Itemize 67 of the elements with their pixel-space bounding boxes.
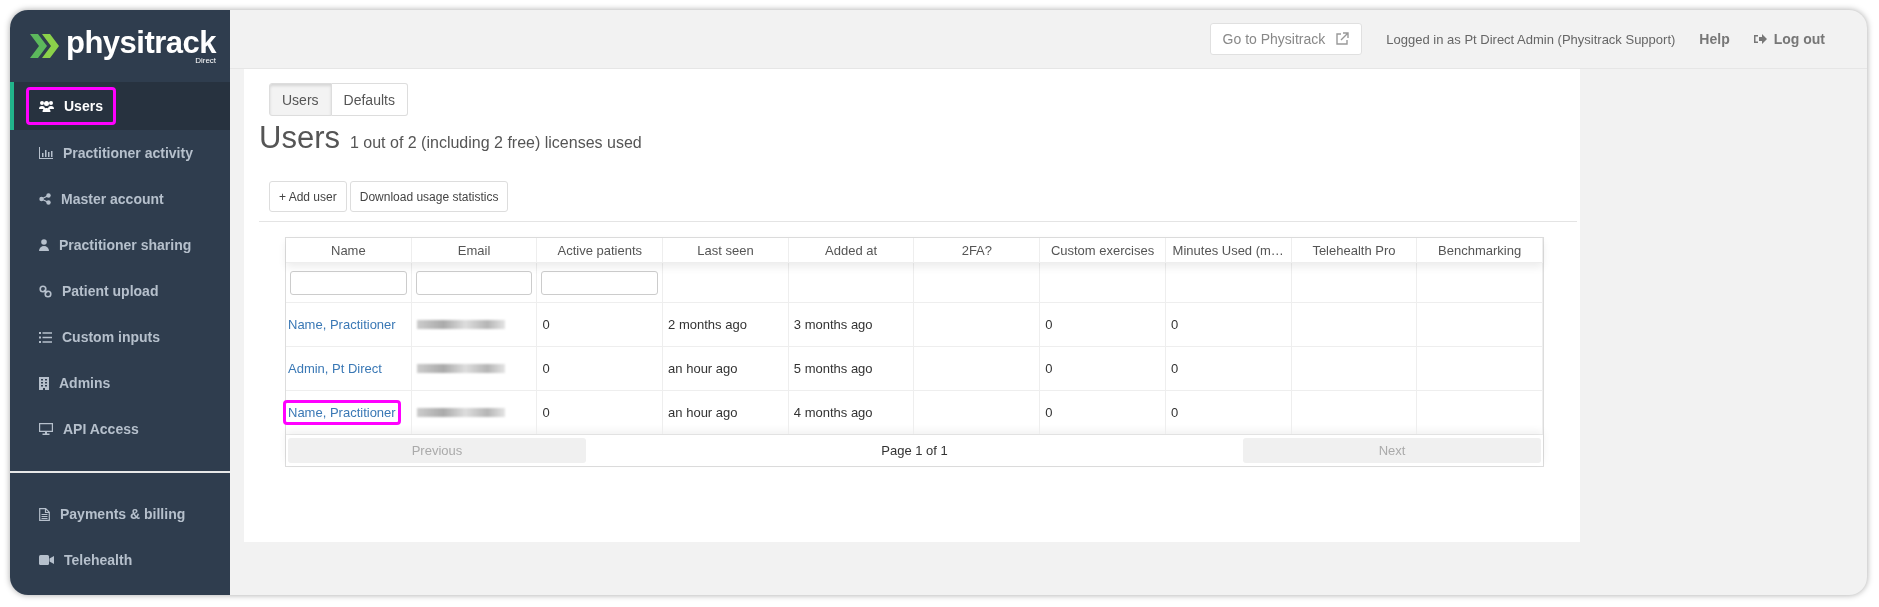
column-header[interactable]: Last seen: [663, 238, 789, 262]
users-icon: [39, 100, 54, 112]
sidebar-item[interactable]: Custom inputs: [10, 314, 230, 360]
sidebar-item[interactable]: Telehealth: [10, 537, 230, 583]
share-icon: [39, 193, 51, 205]
table-cell: 0: [1045, 405, 1053, 420]
logo-subtitle: Direct: [195, 57, 217, 65]
table-cell: 5 months ago: [793, 361, 873, 376]
logout-link[interactable]: Log out: [1753, 31, 1825, 47]
table-cell: 0: [542, 317, 550, 332]
column-header[interactable]: Benchmarking: [1417, 238, 1543, 262]
table-cell: 3 months ago: [793, 317, 873, 332]
page-title: Users: [259, 120, 340, 156]
help-link[interactable]: Help: [1699, 31, 1730, 47]
license-summary: 1 out of 2 (including 2 free) licenses used: [349, 134, 642, 152]
sidebar-item[interactable]: Payments & billing: [10, 491, 230, 537]
sidebar-item[interactable]: Practitioner sharing: [10, 222, 230, 268]
column-header[interactable]: Name: [286, 238, 412, 262]
user-name-link[interactable]: Name, Practitioner: [283, 400, 401, 425]
table-cell: an hour ago: [668, 405, 738, 420]
column-header[interactable]: Minutes Used (m…: [1165, 238, 1292, 262]
sidebar-item[interactable]: Patient upload: [10, 268, 230, 314]
go-to-physitrack-button[interactable]: Go to Physitrack: [1209, 23, 1363, 55]
column-header[interactable]: Email: [411, 238, 538, 262]
table-cell: 0: [1045, 361, 1053, 376]
list-icon: [39, 331, 52, 343]
sidebar-item[interactable]: Users: [10, 82, 230, 130]
table-cell: an hour ago: [668, 361, 738, 376]
page-info: Page 1 of 1: [880, 443, 949, 458]
building-icon: [39, 376, 49, 390]
table-cell: 0: [1170, 361, 1179, 376]
sign-out-icon: [1753, 33, 1767, 45]
table-cell: 0: [1170, 317, 1179, 332]
external-link-icon: [1335, 32, 1350, 46]
table-cell: 0: [542, 405, 550, 420]
table-cell: 0: [1170, 405, 1179, 420]
person-icon: [39, 239, 49, 251]
tab[interactable]: Users: [269, 83, 332, 116]
action-button[interactable]: Download usage statistics: [349, 181, 509, 212]
filter-field[interactable]: [541, 270, 659, 295]
column-header[interactable]: 2FA?: [914, 238, 1041, 262]
document-icon: [39, 507, 50, 521]
action-button[interactable]: + Add user: [269, 181, 347, 212]
table-cell: 2 months ago: [668, 317, 747, 332]
monitor-icon: [39, 423, 53, 435]
video-camera-icon: [39, 555, 54, 565]
sidebar-item[interactable]: Practitioner activity: [10, 130, 230, 176]
table-cell: 4 months ago: [793, 405, 873, 420]
user-name-link[interactable]: Admin, Pt Direct: [283, 356, 387, 381]
filter-field[interactable]: [290, 270, 407, 295]
filter-field[interactable]: [415, 270, 533, 295]
table-cell: 0: [1045, 317, 1053, 332]
logged-in-text: Logged in as Pt Direct Admin (Physitrack Support): [1386, 31, 1676, 47]
column-header[interactable]: Telehealth Pro: [1291, 238, 1418, 262]
user-name-link[interactable]: Name, Practitioner: [283, 312, 401, 337]
tab[interactable]: Defaults: [331, 83, 408, 116]
column-header[interactable]: Custom exercises: [1040, 238, 1166, 262]
link-icon: [39, 284, 52, 298]
logo-wordmark: physitrack: [66, 27, 217, 58]
chevron-logo-icon: [30, 34, 60, 58]
sidebar-item[interactable]: Master account: [10, 176, 230, 222]
table-cell: 0: [542, 361, 550, 376]
column-header[interactable]: Active patients: [537, 238, 664, 262]
sidebar-item[interactable]: Admins: [10, 360, 230, 406]
column-header[interactable]: Added at: [788, 238, 915, 262]
sidebar-item[interactable]: API Access: [10, 406, 230, 452]
bar-chart-icon: [39, 147, 53, 159]
